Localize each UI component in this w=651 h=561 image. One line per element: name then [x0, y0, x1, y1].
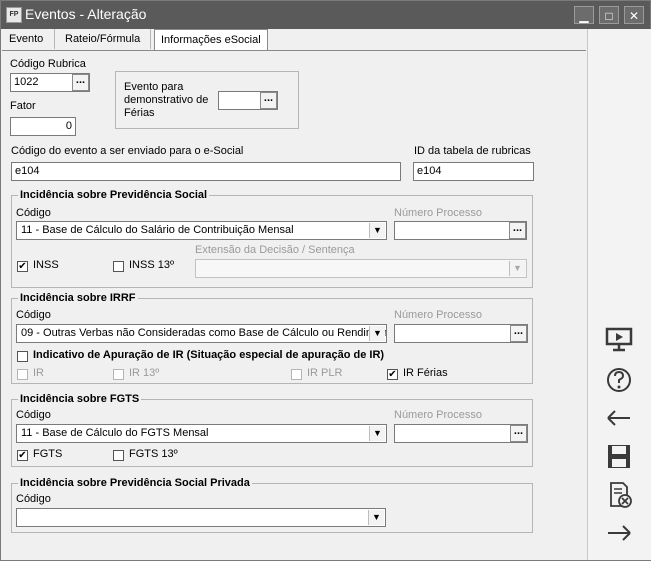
- fgts-title: Incidência sobre FGTS: [18, 393, 142, 405]
- minimize-button[interactable]: ▁: [574, 6, 594, 24]
- irplr-checkbox: [291, 369, 302, 380]
- irrf-codigo-value: 09 - Outras Verbas não Consideradas como…: [21, 327, 387, 339]
- help-icon[interactable]: [603, 365, 635, 395]
- fator-input[interactable]: 0: [10, 117, 76, 136]
- ferias-lookup-button[interactable]: ...: [260, 92, 277, 109]
- presentation-icon[interactable]: [603, 325, 635, 355]
- title-bar: FP Eventos - Alteração ▁ □ ✕: [1, 1, 650, 29]
- fator-label: Fator: [10, 100, 36, 112]
- chevron-down-icon[interactable]: ▼: [369, 426, 385, 441]
- tab-evento[interactable]: Evento: [3, 29, 55, 49]
- chevron-down-icon[interactable]: ▼: [369, 326, 385, 341]
- fgts-label: FGTS: [33, 448, 63, 460]
- tab-content-esocial: Código Rubrica 1022 ... Fator 0 Evento p…: [2, 50, 586, 560]
- privada-codigo-label: Código: [16, 493, 51, 505]
- irrf-num-processo-input[interactable]: [394, 324, 528, 343]
- extensao-select: ▼: [195, 259, 527, 278]
- fgts-num-processo-input[interactable]: [394, 424, 528, 443]
- fgts-codigo-value: 11 - Base de Cálculo do FGTS Mensal: [21, 427, 209, 439]
- inss-checkbox[interactable]: ✔: [17, 261, 28, 272]
- tab-informacoes-esocial[interactable]: Informações eSocial: [154, 29, 268, 51]
- ir-checkbox: [17, 369, 28, 380]
- codigo-rubrica-label: Código Rubrica: [10, 58, 86, 70]
- indicativo-apuracao-checkbox[interactable]: [17, 351, 28, 362]
- inss-label: INSS: [33, 259, 59, 271]
- id-tabela-label: ID da tabela de rubricas: [414, 145, 531, 157]
- close-button[interactable]: ✕: [624, 6, 644, 24]
- prev-codigo-value: 11 - Base de Cálculo do Salário de Contr…: [21, 224, 294, 236]
- fgts-num-processo-lookup-button[interactable]: ...: [510, 425, 527, 442]
- prev-num-processo-input[interactable]: [394, 221, 527, 240]
- fgts-codigo-label: Código: [16, 409, 51, 421]
- tab-bar: Evento Rateio/Fórmula Informações eSocia…: [1, 29, 586, 51]
- fgts-codigo-select[interactable]: 11 - Base de Cálculo do FGTS Mensal ▼: [16, 424, 387, 443]
- ferias-label: Evento para demonstrativo de Férias: [124, 81, 209, 119]
- ir13-label: IR 13º: [129, 367, 160, 379]
- codigo-esocial-input[interactable]: e104: [11, 162, 401, 181]
- irferias-checkbox[interactable]: ✔: [387, 369, 398, 380]
- codigo-rubrica-lookup-button[interactable]: ...: [72, 74, 89, 91]
- irferias-label: IR Férias: [403, 367, 448, 379]
- irplr-label: IR PLR: [307, 367, 343, 379]
- irrf-title: Incidência sobre IRRF: [18, 292, 138, 304]
- chevron-down-icon[interactable]: ▼: [368, 510, 384, 525]
- inss13-label: INSS 13º: [129, 259, 174, 271]
- prev-codigo-label: Código: [16, 207, 51, 219]
- extensao-label: Extensão da Decisão / Sentença: [195, 244, 355, 256]
- action-sidebar: [587, 29, 651, 560]
- inss13-checkbox[interactable]: [113, 261, 124, 272]
- privada-codigo-select[interactable]: ▼: [16, 508, 386, 527]
- codigo-esocial-label: Código do evento a ser enviado para o e-…: [11, 145, 244, 157]
- irrf-codigo-label: Código: [16, 309, 51, 321]
- fgts-checkbox[interactable]: ✔: [17, 450, 28, 461]
- chevron-down-icon[interactable]: ▼: [369, 223, 385, 238]
- forward-arrow-icon[interactable]: [603, 518, 635, 548]
- save-icon[interactable]: [603, 442, 635, 472]
- fgts13-checkbox[interactable]: [113, 450, 124, 461]
- eventos-window: FP Eventos - Alteração ▁ □ ✕ Evento Rate…: [0, 0, 651, 561]
- app-icon: FP: [6, 7, 22, 23]
- maximize-button[interactable]: □: [599, 6, 619, 24]
- previdencia-privada-title: Incidência sobre Previdência Social Priv…: [18, 477, 252, 489]
- prev-num-processo-lookup-button[interactable]: ...: [509, 222, 526, 239]
- indicativo-apuracao-label: Indicativo de Apuração de IR (Situação e…: [33, 349, 385, 361]
- chevron-down-icon: ▼: [509, 261, 525, 276]
- irrf-num-processo-label: Número Processo: [394, 309, 483, 321]
- irrf-num-processo-lookup-button[interactable]: ...: [510, 325, 527, 342]
- prev-num-processo-label: Número Processo: [394, 207, 483, 219]
- tab-rateio-formula[interactable]: Rateio/Fórmula: [59, 29, 151, 49]
- window-title: Eventos - Alteração: [25, 6, 147, 22]
- fgts-num-processo-label: Número Processo: [394, 409, 483, 421]
- ir13-checkbox: [113, 369, 124, 380]
- previdencia-social-title: Incidência sobre Previdência Social: [18, 189, 210, 201]
- ir-label: IR: [33, 367, 44, 379]
- back-arrow-icon[interactable]: [603, 403, 635, 433]
- irrf-codigo-select[interactable]: 09 - Outras Verbas não Consideradas como…: [16, 324, 387, 343]
- id-tabela-input[interactable]: e104: [413, 162, 534, 181]
- cancel-document-icon[interactable]: [603, 480, 635, 510]
- fgts13-label: FGTS 13º: [129, 448, 178, 460]
- prev-codigo-select[interactable]: 11 - Base de Cálculo do Salário de Contr…: [16, 221, 387, 240]
